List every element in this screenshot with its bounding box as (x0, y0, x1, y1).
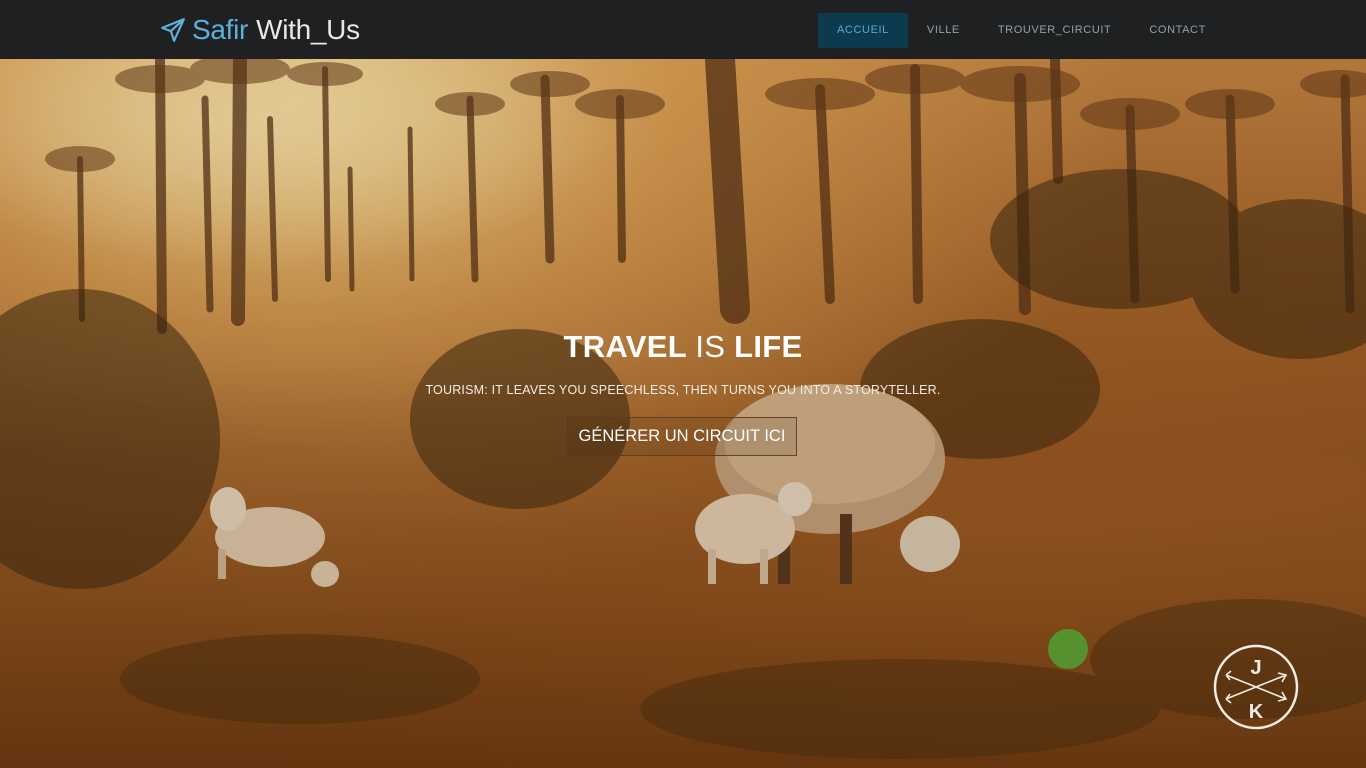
nav-link-ville[interactable]: VILLE (908, 13, 979, 48)
hero-title-word-3: LIFE (734, 329, 803, 364)
jk-badge-logo: J K (1213, 644, 1299, 730)
brand-name-secondary: With_Us (256, 14, 360, 45)
hero-title: TRAVEL IS LIFE (0, 329, 1366, 365)
hero-title-word-2: IS (695, 329, 726, 364)
hero-content: TRAVEL IS LIFE TOURISM: IT LEAVES YOU SP… (0, 329, 1366, 456)
badge-letter-bottom: K (1249, 701, 1264, 723)
main-nav: ACCUEIL VILLE TROUVER_CIRCUIT CONTACT (818, 13, 1225, 48)
nav-item-accueil: ACCUEIL (818, 13, 908, 48)
nav-item-ville: VILLE (908, 13, 979, 48)
hero-subtitle: TOURISM: IT LEAVES YOU SPEECHLESS, THEN … (425, 383, 941, 397)
paper-plane-icon (161, 18, 185, 42)
navbar: Safir With_Us ACCUEIL VILLE TROUVER_CIRC… (0, 0, 1366, 59)
hero-title-word-1: TRAVEL (563, 329, 687, 364)
nav-link-trouver-circuit[interactable]: TROUVER_CIRCUIT (979, 13, 1131, 48)
generate-circuit-button[interactable]: GÉNÉRER UN CIRCUIT ICI (566, 417, 798, 456)
nav-item-contact: CONTACT (1130, 13, 1225, 48)
nav-link-accueil[interactable]: ACCUEIL (818, 13, 908, 48)
hero-section: TRAVEL IS LIFE TOURISM: IT LEAVES YOU SP… (0, 59, 1366, 768)
brand-logo-link[interactable]: Safir With_Us (160, 12, 360, 48)
nav-link-contact[interactable]: CONTACT (1130, 13, 1225, 48)
badge-letter-top: J (1250, 657, 1261, 679)
nav-item-trouver-circuit: TROUVER_CIRCUIT (979, 13, 1131, 48)
brand-name-primary: Safir (192, 14, 249, 45)
